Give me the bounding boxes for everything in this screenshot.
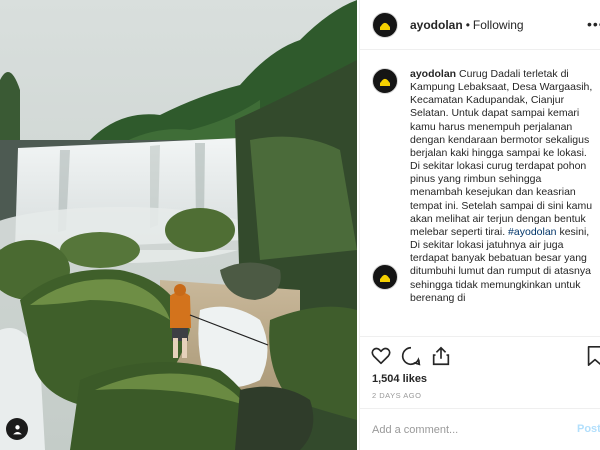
header-text: ayodolan • Following	[410, 18, 524, 32]
header-username[interactable]: ayodolan	[410, 18, 463, 32]
bookmark-icon[interactable]	[584, 345, 600, 367]
comment-icon[interactable]	[400, 345, 422, 367]
caption-hashtag[interactable]: #ayodolan	[508, 226, 556, 238]
comments-section: ayodolan Curug Dadali terletak di Kampun…	[360, 51, 600, 336]
post-caption: ayodolan Curug Dadali terletak di Kampun…	[410, 68, 596, 305]
avatar[interactable]	[372, 11, 398, 38]
profile-logo-icon	[375, 71, 395, 91]
profile-logo-icon	[375, 267, 395, 287]
post-comment-button[interactable]: Post	[577, 423, 600, 435]
post-timestamp[interactable]: 2 DAYS AGO	[372, 391, 421, 400]
comment-input[interactable]	[372, 423, 562, 436]
post-actions: 1,504 likes 2 DAYS AGO	[360, 336, 600, 406]
profile-logo-icon	[375, 14, 395, 35]
post-side-panel: ayodolan•Following ••• ayodolan Curug Da…	[359, 0, 600, 450]
user-tag-icon[interactable]	[6, 418, 28, 440]
waterfall-photo	[0, 0, 357, 450]
caption-avatar[interactable]	[372, 68, 398, 94]
follow-status[interactable]: Following	[473, 18, 524, 32]
comment-avatar[interactable]	[372, 264, 398, 290]
comment-box: Post	[360, 408, 600, 450]
share-icon[interactable]	[430, 345, 452, 367]
likes-count[interactable]: 1,504 likes	[372, 373, 427, 385]
caption-username[interactable]: ayodolan	[410, 68, 456, 80]
heart-icon[interactable]	[370, 345, 392, 367]
post-header: ayodolan•Following •••	[360, 0, 600, 50]
caption-text-part-1: Curug Dadali terletak di Kampung Lebaksa…	[410, 68, 593, 238]
header-separator: •	[465, 17, 470, 32]
more-options-icon[interactable]: •••	[587, 16, 600, 32]
post-photo[interactable]	[0, 0, 357, 450]
